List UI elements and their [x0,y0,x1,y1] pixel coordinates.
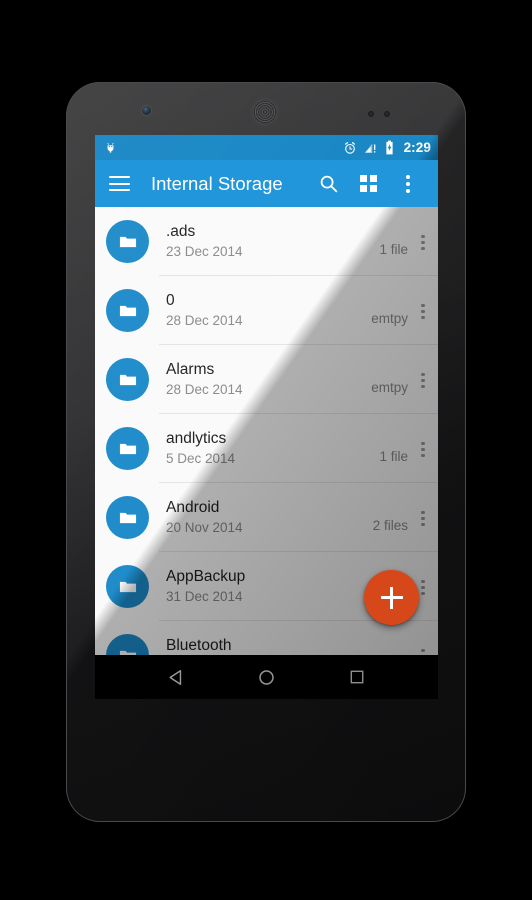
file-name: AppBackup [166,567,246,585]
nav-back-button[interactable] [154,655,198,699]
list-item-text: 0 28 Dec 2014 [166,291,371,331]
hamburger-menu-icon[interactable] [109,176,130,191]
signal-bars-warning-icon [364,143,375,153]
file-date: 28 Dec 2014 [166,382,243,398]
list-item-text: AppBackup 31 Dec 2014 [166,567,365,607]
status-bar: 2:29 [95,135,438,160]
file-size: emtpy [371,310,408,326]
file-name: .ads [166,222,196,240]
folder-icon [106,358,149,401]
overflow-menu-icon [421,234,425,251]
toolbar-overflow-button[interactable] [388,162,428,206]
list-item[interactable]: 0 28 Dec 2014 emtpy [95,276,438,345]
list-item-overflow-button[interactable] [408,208,438,277]
status-bar-icons: 2:29 [343,140,431,155]
list-item-text: andlytics 5 Dec 2014 [166,429,379,469]
file-name: Android [166,498,220,516]
overflow-menu-icon [421,303,425,320]
page-title: Internal Storage [151,172,283,194]
file-name: Bluetooth [166,636,232,654]
list-item-overflow-button[interactable] [408,484,438,553]
overflow-menu-icon [421,510,425,527]
file-size: emtpy [371,379,408,395]
list-item-text: .ads 23 Dec 2014 [166,222,379,262]
list-item-overflow-button[interactable] [408,346,438,415]
list-item[interactable]: .ads 23 Dec 2014 1 file [95,207,438,276]
list-item-overflow-button[interactable] [408,622,438,655]
search-icon [320,175,337,193]
recents-square-icon [350,670,364,684]
list-item-text: Bluetooth 12 Dec 2014 [166,636,371,655]
file-date: 20 Nov 2014 [166,520,243,536]
overflow-menu-icon [421,648,425,655]
list-item[interactable]: andlytics 5 Dec 2014 1 file [95,414,438,483]
overflow-menu-icon [421,579,425,596]
file-size: 1 file [379,241,408,257]
android-navigation-bar [95,655,438,699]
nav-recents-button[interactable] [335,655,379,699]
home-circle-icon [259,669,274,685]
phone-device: 2:29 Internal Storage .ads 23 Dec 2014 1… [66,82,466,822]
folder-icon [106,427,149,470]
folder-icon [106,634,149,655]
folder-icon [106,289,149,332]
file-list[interactable]: .ads 23 Dec 2014 1 file 0 28 Dec 2014 em… [95,207,438,655]
grid-view-button[interactable] [348,162,388,206]
plus-icon [380,586,403,609]
list-item[interactable]: Android 20 Nov 2014 2 files [95,483,438,552]
folder-icon [106,220,149,263]
file-date: 23 Dec 2014 [166,244,243,260]
list-item-overflow-button[interactable] [408,277,438,346]
back-triangle-icon [169,669,181,685]
overflow-menu-icon [406,174,410,193]
phone-screen: 2:29 Internal Storage .ads 23 Dec 2014 1… [95,135,438,699]
nav-home-button[interactable] [244,655,288,699]
proximity-sensor-icon [368,111,374,117]
overflow-menu-icon [421,441,425,458]
status-bar-clock: 2:29 [403,139,431,155]
earpiece-speaker-icon [252,99,278,125]
app-toolbar: Internal Storage [95,160,438,207]
add-floating-action-button[interactable] [364,570,419,625]
overflow-menu-icon [421,372,425,389]
list-item-text: Alarms 28 Dec 2014 [166,360,371,400]
search-button[interactable] [308,162,348,206]
list-item-overflow-button[interactable] [408,415,438,484]
list-item[interactable]: Bluetooth 12 Dec 2014 emtpy [95,621,438,655]
list-item[interactable]: Alarms 28 Dec 2014 emtpy [95,345,438,414]
file-date: 5 Dec 2014 [166,451,236,467]
folder-icon [106,565,149,608]
light-sensor-icon [384,111,390,117]
grid-view-icon [359,175,377,192]
list-item-text: Android 20 Nov 2014 [166,498,373,538]
file-size: 2 files [372,517,408,533]
alarm-clock-icon [344,141,355,154]
file-name: Alarms [166,360,215,378]
battery-charging-icon [385,140,393,155]
file-date: 31 Dec 2014 [166,589,243,605]
file-name: 0 [166,291,175,309]
adb-usb-debugging-icon [107,142,114,153]
folder-icon [106,496,149,539]
file-name: andlytics [166,429,227,447]
file-size: 1 file [379,448,408,464]
front-camera-icon [142,106,151,115]
file-date: 28 Dec 2014 [166,313,243,329]
